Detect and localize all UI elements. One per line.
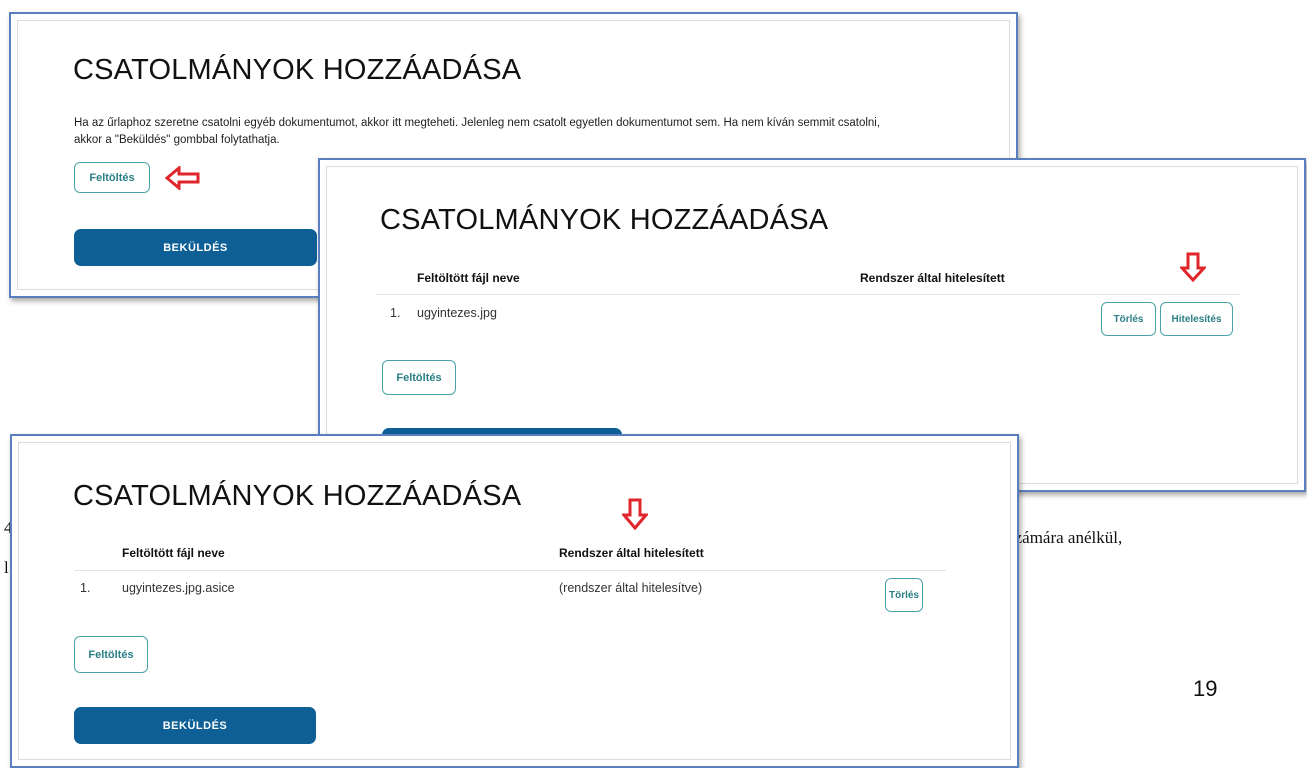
upload-button[interactable]: Feltöltés [382, 360, 456, 395]
page-number: 19 [1193, 676, 1218, 701]
delete-button[interactable]: Törlés [885, 578, 923, 612]
arrow-down-icon [622, 498, 648, 530]
submit-button[interactable]: BEKÜLDÉS [74, 707, 316, 744]
authenticate-button[interactable]: Hitelesítés [1160, 302, 1233, 336]
table-divider [74, 570, 946, 571]
submit-button[interactable]: BEKÜLDÉS [74, 229, 317, 266]
intro-line: akkor a "Beküldés" gombbal folytathatja. [74, 134, 280, 146]
row-index: 1. [390, 306, 401, 320]
column-header-authenticated: Rendszer által hitelesített [559, 546, 704, 560]
upload-button[interactable]: Feltöltés [74, 162, 150, 193]
row-index: 1. [80, 581, 91, 595]
page-title: CSATOLMÁNYOK HOZZÁADÁSA [73, 54, 522, 86]
delete-button[interactable]: Törlés [1101, 302, 1156, 336]
page-title: CSATOLMÁNYOK HOZZÁADÁSA [73, 480, 522, 512]
table-divider [376, 294, 1240, 295]
authentication-status: (rendszer által hitelesítve) [559, 581, 703, 595]
column-header-filename: Feltöltött fájl neve [122, 546, 225, 560]
column-header-authenticated: Rendszer által hitelesített [860, 271, 1005, 285]
document-text-fragment: számára anélkül, [1008, 528, 1123, 547]
column-header-filename: Feltöltött fájl neve [417, 271, 520, 285]
screenshot-after-authentication: CSATOLMÁNYOK HOZZÁADÁSA Feltöltött fájl … [10, 434, 1019, 768]
intro-line: Ha az űrlaphoz szeretne csatolni egyéb d… [74, 117, 881, 129]
intro-text: Ha az űrlaphoz szeretne csatolni egyéb d… [74, 115, 974, 149]
document-text-fragment: l [4, 558, 9, 577]
file-name: ugyintezes.jpg.asice [122, 581, 235, 595]
arrow-left-icon [165, 166, 200, 190]
page-title: CSATOLMÁNYOK HOZZÁADÁSA [380, 204, 829, 236]
file-name: ugyintezes.jpg [417, 306, 497, 320]
arrow-down-icon [1180, 252, 1206, 282]
upload-button[interactable]: Feltöltés [74, 636, 148, 673]
